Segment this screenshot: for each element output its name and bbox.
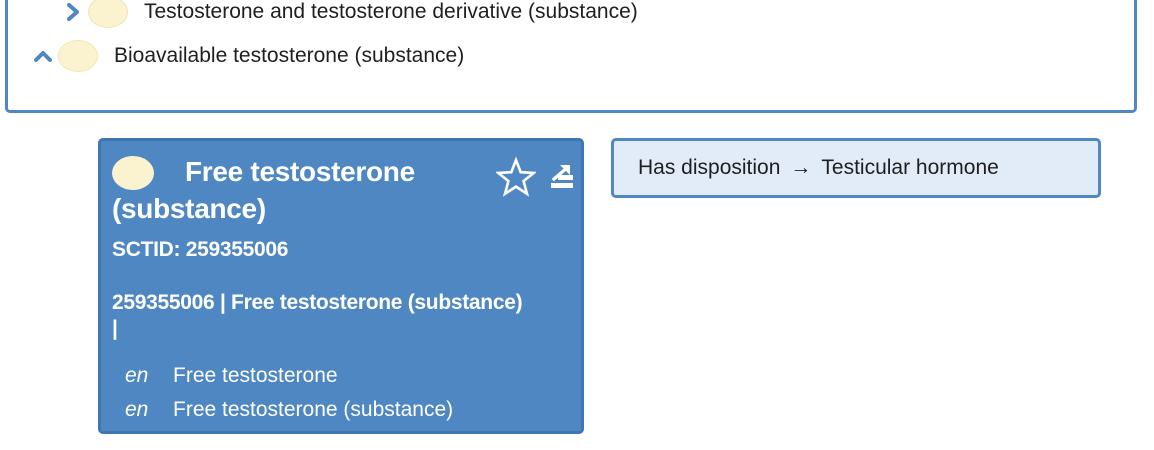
description-term: Free testosterone: [173, 364, 338, 387]
language-code: en: [125, 364, 149, 387]
primitive-concept-icon: [58, 40, 98, 72]
relationship-type: Has disposition: [638, 156, 781, 179]
star-icon[interactable]: [496, 157, 536, 197]
language-code: en: [125, 398, 149, 421]
chevron-up-icon[interactable]: [34, 47, 52, 65]
parent-concept-row[interactable]: Testosterone and testosterone derivative…: [64, 0, 638, 28]
parents-panel: Testosterone and testosterone derivative…: [5, 0, 1137, 113]
concept-view: Testosterone and testosterone derivative…: [0, 0, 1154, 450]
fsn-with-id: 259355006 | Free testosterone (substance…: [112, 291, 523, 340]
relationship-box[interactable]: Has disposition → Testicular hormone: [611, 138, 1101, 198]
description-term: Free testosterone (substance): [173, 398, 454, 421]
primitive-concept-icon: [88, 0, 128, 28]
concept-title: Free testosterone (substance): [112, 156, 415, 224]
concept-card: Free testosterone (substance) SCTID: 259…: [98, 138, 584, 434]
relationship-target[interactable]: Testicular hormone: [821, 156, 998, 180]
parent-concept-label[interactable]: Testosterone and testosterone derivative…: [144, 0, 638, 24]
export-icon[interactable]: [549, 162, 575, 190]
description-row: en Free testosterone: [125, 364, 338, 388]
chevron-right-icon[interactable]: [64, 3, 82, 21]
sctid-label: SCTID: 259355006: [112, 238, 289, 261]
parent-concept-label[interactable]: Bioavailable testosterone (substance): [114, 44, 464, 68]
description-row: en Free testosterone (substance): [125, 398, 453, 422]
parent-concept-row[interactable]: Bioavailable testosterone (substance): [34, 40, 464, 72]
arrow-right-icon: →: [790, 156, 812, 179]
